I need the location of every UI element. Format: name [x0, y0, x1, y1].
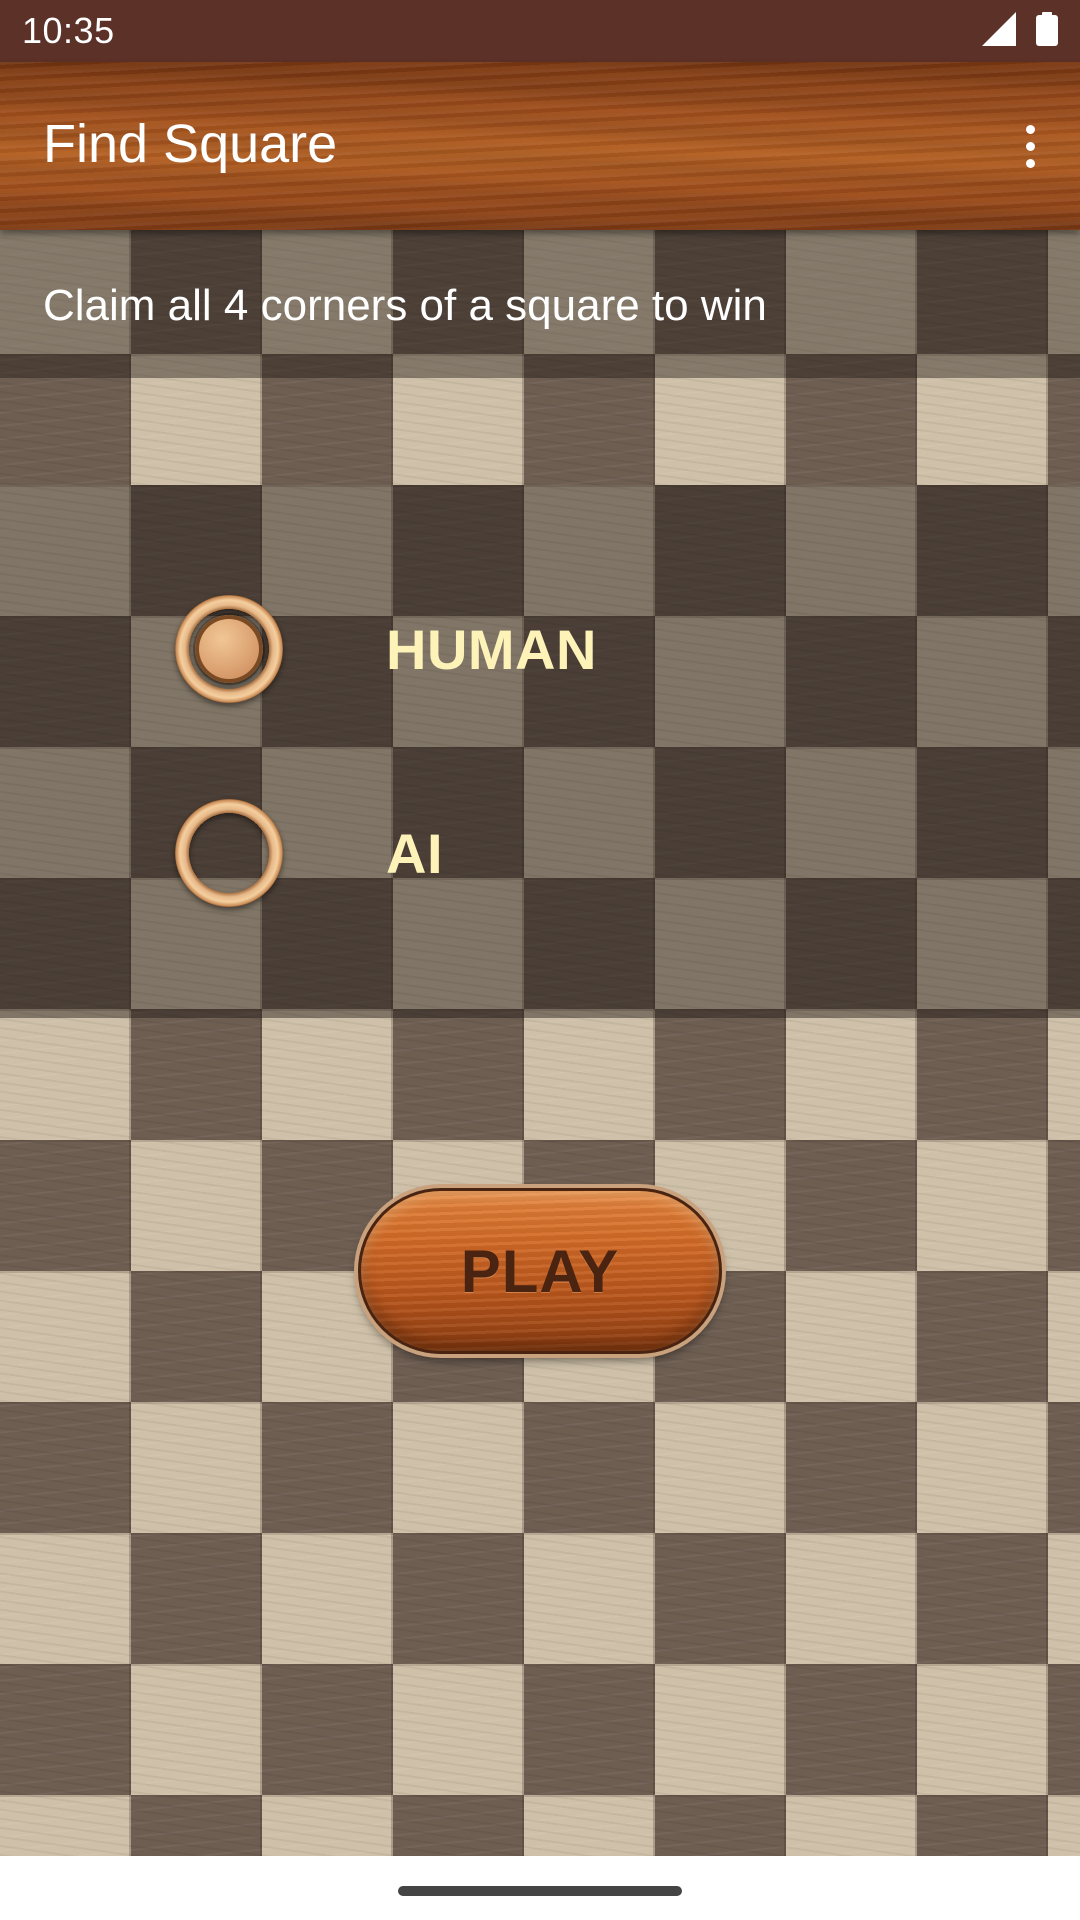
checkerboard-background: Claim all 4 corners of a square to win H…	[0, 230, 1080, 1856]
app-title: Find Square	[43, 114, 338, 174]
radio-label-human: HUMAN	[386, 617, 597, 681]
player-options-panel	[0, 485, 1080, 1018]
radio-button-checked-icon[interactable]	[175, 595, 283, 703]
status-time: 10:35	[22, 10, 115, 51]
status-bar: 10:35	[0, 0, 1080, 62]
more-vert-icon-dot	[1025, 141, 1035, 151]
app-bar: Find Square	[0, 62, 1080, 230]
play-button-label: PLAY	[460, 1237, 620, 1305]
radio-option-ai[interactable]: AI	[175, 797, 875, 909]
radio-label-ai: AI	[386, 821, 443, 885]
status-icons	[982, 11, 1058, 51]
more-options-button[interactable]	[1010, 120, 1050, 172]
signal-icon	[982, 11, 1016, 51]
instruction-text: Claim all 4 corners of a square to win	[43, 281, 767, 330]
battery-icon	[1036, 11, 1058, 51]
more-vert-icon-dot	[1025, 158, 1035, 168]
radio-option-human[interactable]: HUMAN	[175, 593, 875, 705]
radio-selected-dot	[195, 615, 263, 683]
more-vert-icon	[1025, 124, 1035, 134]
board-cells	[0, 230, 1080, 1856]
play-button[interactable]: PLAY	[358, 1188, 722, 1354]
navigation-bar	[0, 1856, 1080, 1920]
radio-button-unchecked-icon[interactable]	[175, 799, 283, 907]
home-indicator[interactable]	[398, 1886, 682, 1896]
